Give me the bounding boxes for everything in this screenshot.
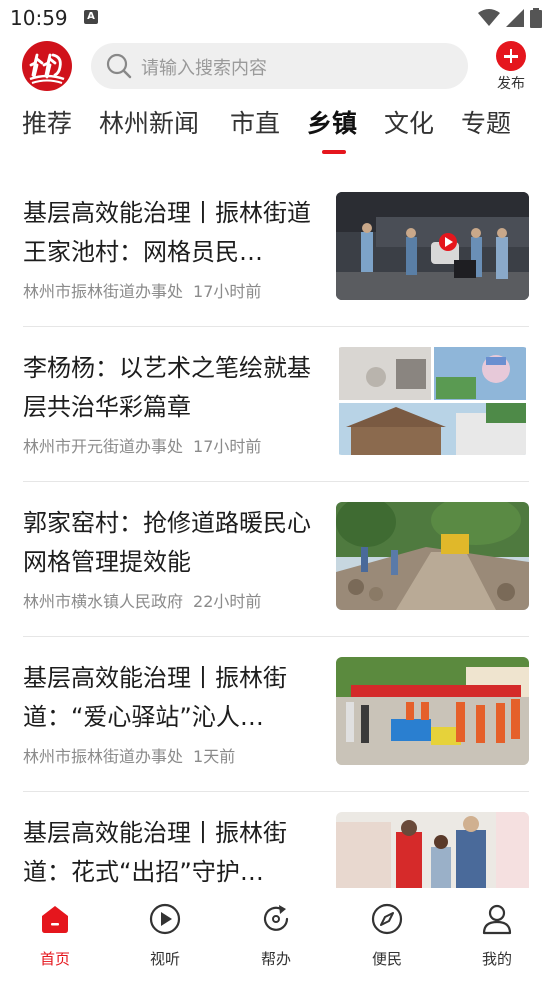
tab-topics[interactable]: 专题 [461, 104, 511, 140]
app-header: 请输入搜索内容 发布 [0, 36, 552, 96]
nav-label: 便民 [371, 950, 402, 968]
news-title: 基层高效能治理丨振林街道王家池村：网格员民… [23, 199, 311, 266]
notification-icon: A [84, 10, 98, 24]
user-icon [482, 904, 512, 935]
nav-label: 视听 [149, 950, 180, 968]
nav-convenience[interactable]: 便民 [347, 902, 427, 969]
wifi-icon [478, 9, 500, 26]
refresh-icon [263, 905, 289, 931]
battery-icon [530, 8, 542, 28]
news-meta: 林州市开元街道办事处 17小时前 [23, 433, 261, 457]
tab-culture[interactable]: 文化 [384, 104, 434, 140]
search-bar[interactable]: 请输入搜索内容 [91, 43, 468, 89]
nav-mine[interactable]: 我的 [457, 902, 537, 969]
nav-label: 帮办 [260, 950, 291, 968]
tab-municipal[interactable]: 市直 [230, 104, 280, 140]
status-time: 10:59 [10, 6, 68, 30]
art-collage-photo [336, 347, 529, 455]
news-title: 李杨杨：以艺术之笔绘就基层共治华彩篇章 [23, 354, 311, 421]
compass-icon [371, 903, 403, 935]
bottom-nav: 首页 视听 帮办 便民 我的 [0, 888, 552, 983]
search-input[interactable]: 请输入搜索内容 [141, 54, 267, 80]
category-tabs: 推荐 林州新闻 市直 乡镇 文化 专题 [0, 104, 552, 160]
news-thumbnail [336, 347, 529, 455]
night-patrol-photo [336, 192, 529, 300]
home-icon [42, 906, 68, 933]
nav-label: 我的 [481, 950, 512, 968]
news-thumbnail [336, 812, 529, 888]
news-source: 林州市横水镇人民政府 [23, 592, 184, 611]
tab-towns[interactable]: 乡镇 [307, 104, 357, 140]
guard-visit-photo [336, 812, 529, 888]
news-item[interactable]: 基层高效能治理丨振林街道：“爱心驿站”沁人… 林州市振林街道办事处 1天前 [23, 637, 529, 792]
tab-linzhou-news[interactable]: 林州新闻 [99, 104, 199, 140]
active-tab-indicator [322, 150, 346, 154]
tab-recommend[interactable]: 推荐 [22, 104, 72, 140]
logo-emblem-icon [29, 53, 65, 84]
news-time: 1天前 [193, 747, 236, 766]
publish-label: 发布 [497, 76, 525, 92]
news-item[interactable]: 李杨杨：以艺术之笔绘就基层共治华彩篇章 林州市开元街道办事处 17小时前 [23, 327, 529, 482]
news-item[interactable]: 郭家窑村：抢修道路暖民心 网格管理提效能 林州市横水镇人民政府 22小时前 [23, 482, 529, 637]
news-item[interactable]: 基层高效能治理丨振林街道王家池村：网格员民… 林州市振林街道办事处 17小时前 [23, 172, 529, 327]
news-source: 林州市振林街道办事处 [23, 747, 184, 766]
nav-help[interactable]: 帮办 [236, 902, 316, 969]
publish-button[interactable]: 发布 [490, 41, 532, 93]
news-source: 林州市振林街道办事处 [23, 282, 184, 301]
news-title: 基层高效能治理丨振林街道：花式“出招”守护… [23, 819, 287, 886]
signal-icon [506, 9, 524, 27]
news-thumbnail [336, 502, 529, 610]
news-time: 17小时前 [193, 437, 262, 456]
news-meta: 林州市振林街道办事处 1天前 [23, 743, 235, 767]
news-thumbnail [336, 657, 529, 765]
news-meta: 林州市横水镇人民政府 22小时前 [23, 588, 261, 612]
road-repair-photo [336, 502, 529, 610]
news-source: 林州市开元街道办事处 [23, 437, 184, 456]
news-meta: 林州市振林街道办事处 17小时前 [23, 278, 261, 302]
app-logo[interactable] [22, 41, 72, 91]
plus-icon [496, 41, 526, 71]
search-icon [106, 53, 132, 79]
news-time: 17小时前 [193, 282, 262, 301]
news-title: 郭家窑村：抢修道路暖民心 网格管理提效能 [23, 509, 311, 576]
news-title: 基层高效能治理丨振林街道：“爱心驿站”沁人… [23, 664, 287, 731]
status-indicators [478, 8, 542, 28]
news-thumbnail [336, 192, 529, 300]
nav-home[interactable]: 首页 [15, 902, 95, 969]
play-icon [149, 903, 181, 935]
news-time: 22小时前 [193, 592, 262, 611]
status-bar: 10:59 A [0, 0, 552, 36]
nav-audio-video[interactable]: 视听 [125, 902, 205, 969]
nav-label: 首页 [39, 950, 70, 968]
love-station-photo [336, 657, 529, 765]
